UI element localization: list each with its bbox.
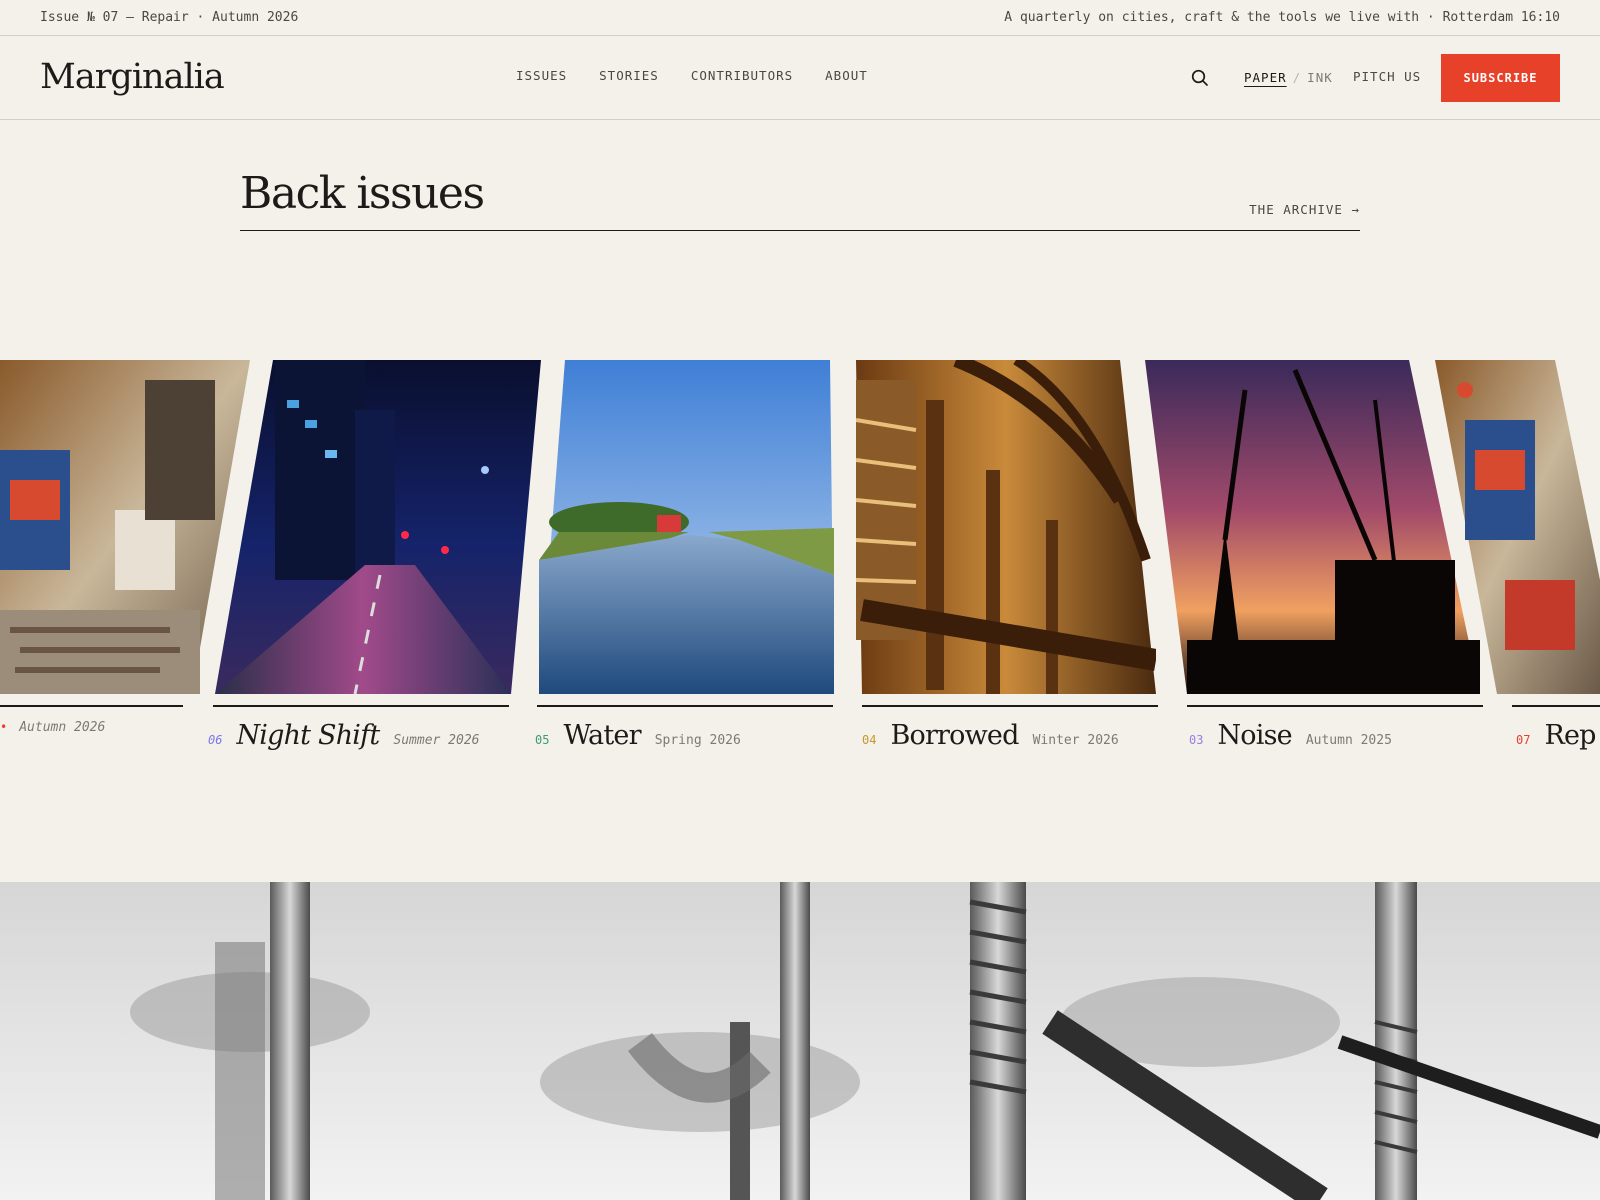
- card-rule: [0, 705, 183, 707]
- search-icon[interactable]: [1190, 68, 1210, 88]
- nav-item-stories[interactable]: STORIES: [599, 68, 659, 83]
- issue-card-meta: 06 Night Shift Summer 2026: [208, 720, 479, 751]
- theme-separator: /: [1292, 70, 1302, 85]
- canal-landscape-photo: [539, 360, 834, 694]
- nav-item-issues[interactable]: ISSUES: [516, 68, 567, 83]
- section-title: Back issues: [240, 168, 485, 219]
- cranes-sunset-photo: [1145, 360, 1480, 694]
- issue-number: 03: [1189, 733, 1204, 747]
- issue-card-meta: 04 Borrowed Winter 2026: [862, 720, 1119, 751]
- issue-number: 05: [535, 733, 550, 747]
- issue-title[interactable]: Night Shift: [236, 720, 380, 751]
- issue-card-meta: 07 Rep: [1516, 720, 1600, 751]
- library-interior-photo: [856, 360, 1156, 694]
- nav-item-contributors[interactable]: CONTRIBUTORS: [691, 68, 793, 83]
- issue-number: 06: [208, 733, 223, 747]
- back-issues-carousel[interactable]: • Autumn 2026 06 Night Shift Summer 2026…: [0, 360, 1600, 760]
- issue-title[interactable]: Rep: [1544, 720, 1596, 751]
- issue-card-meta: 05 Water Spring 2026: [535, 720, 741, 751]
- theme-ink[interactable]: INK: [1307, 70, 1333, 85]
- workshop-tools-photo: [1435, 360, 1600, 694]
- tagline: A quarterly on cities, craft & the tools…: [1004, 10, 1560, 25]
- issue-season: Autumn 2026: [19, 720, 106, 735]
- issue-title[interactable]: Noise: [1217, 720, 1292, 751]
- issue-card-image[interactable]: [539, 360, 834, 694]
- site-header: Marginalia ISSUES STORIES CONTRIBUTORS A…: [0, 36, 1600, 120]
- issue-card-image[interactable]: [1435, 360, 1600, 694]
- workshop-tools-photo: [0, 360, 250, 694]
- site-logo[interactable]: Marginalia: [40, 57, 225, 97]
- nav-item-about[interactable]: ABOUT: [825, 68, 868, 83]
- issue-season: Summer 2026: [393, 733, 480, 748]
- issue-number: 07: [1516, 733, 1531, 747]
- issue-card-meta: • Autumn 2026: [0, 720, 105, 735]
- theme-toggle: PAPER / INK: [1244, 70, 1333, 85]
- issue-title[interactable]: Water: [563, 720, 641, 751]
- archive-link[interactable]: THE ARCHIVE →: [1249, 202, 1360, 217]
- issue-title[interactable]: Borrowed: [890, 720, 1019, 751]
- issue-season: Winter 2026: [1032, 733, 1119, 748]
- card-rule: [1512, 705, 1600, 707]
- section-heading: Back issues THE ARCHIVE →: [240, 168, 1360, 231]
- subscribe-button[interactable]: SUBSCRIBE: [1441, 54, 1560, 102]
- screws-closeup-photo: [0, 882, 1600, 1200]
- theme-paper[interactable]: PAPER: [1244, 70, 1287, 85]
- card-rule: [537, 705, 833, 707]
- issue-card-image[interactable]: [215, 360, 541, 694]
- issue-season: Autumn 2025: [1305, 733, 1392, 748]
- issue-card-image[interactable]: [0, 360, 250, 694]
- pitch-us-link[interactable]: PITCH US: [1353, 69, 1421, 84]
- issue-number: 04: [862, 733, 877, 747]
- night-street-photo: [215, 360, 541, 694]
- issue-dot: •: [0, 720, 8, 734]
- issue-card-meta: 03 Noise Autumn 2025: [1189, 720, 1392, 751]
- main-nav: ISSUES STORIES CONTRIBUTORS ABOUT: [516, 68, 868, 83]
- card-rule: [862, 705, 1158, 707]
- top-strip: Issue № 07 — Repair · Autumn 2026 A quar…: [0, 0, 1600, 36]
- issue-season: Spring 2026: [654, 733, 741, 748]
- issue-card-image[interactable]: [1145, 360, 1480, 694]
- issue-line: Issue № 07 — Repair · Autumn 2026: [40, 10, 299, 25]
- card-rule: [213, 705, 509, 707]
- card-rule: [1187, 705, 1483, 707]
- hero-image: [0, 882, 1600, 1200]
- issue-card-image[interactable]: [856, 360, 1156, 694]
